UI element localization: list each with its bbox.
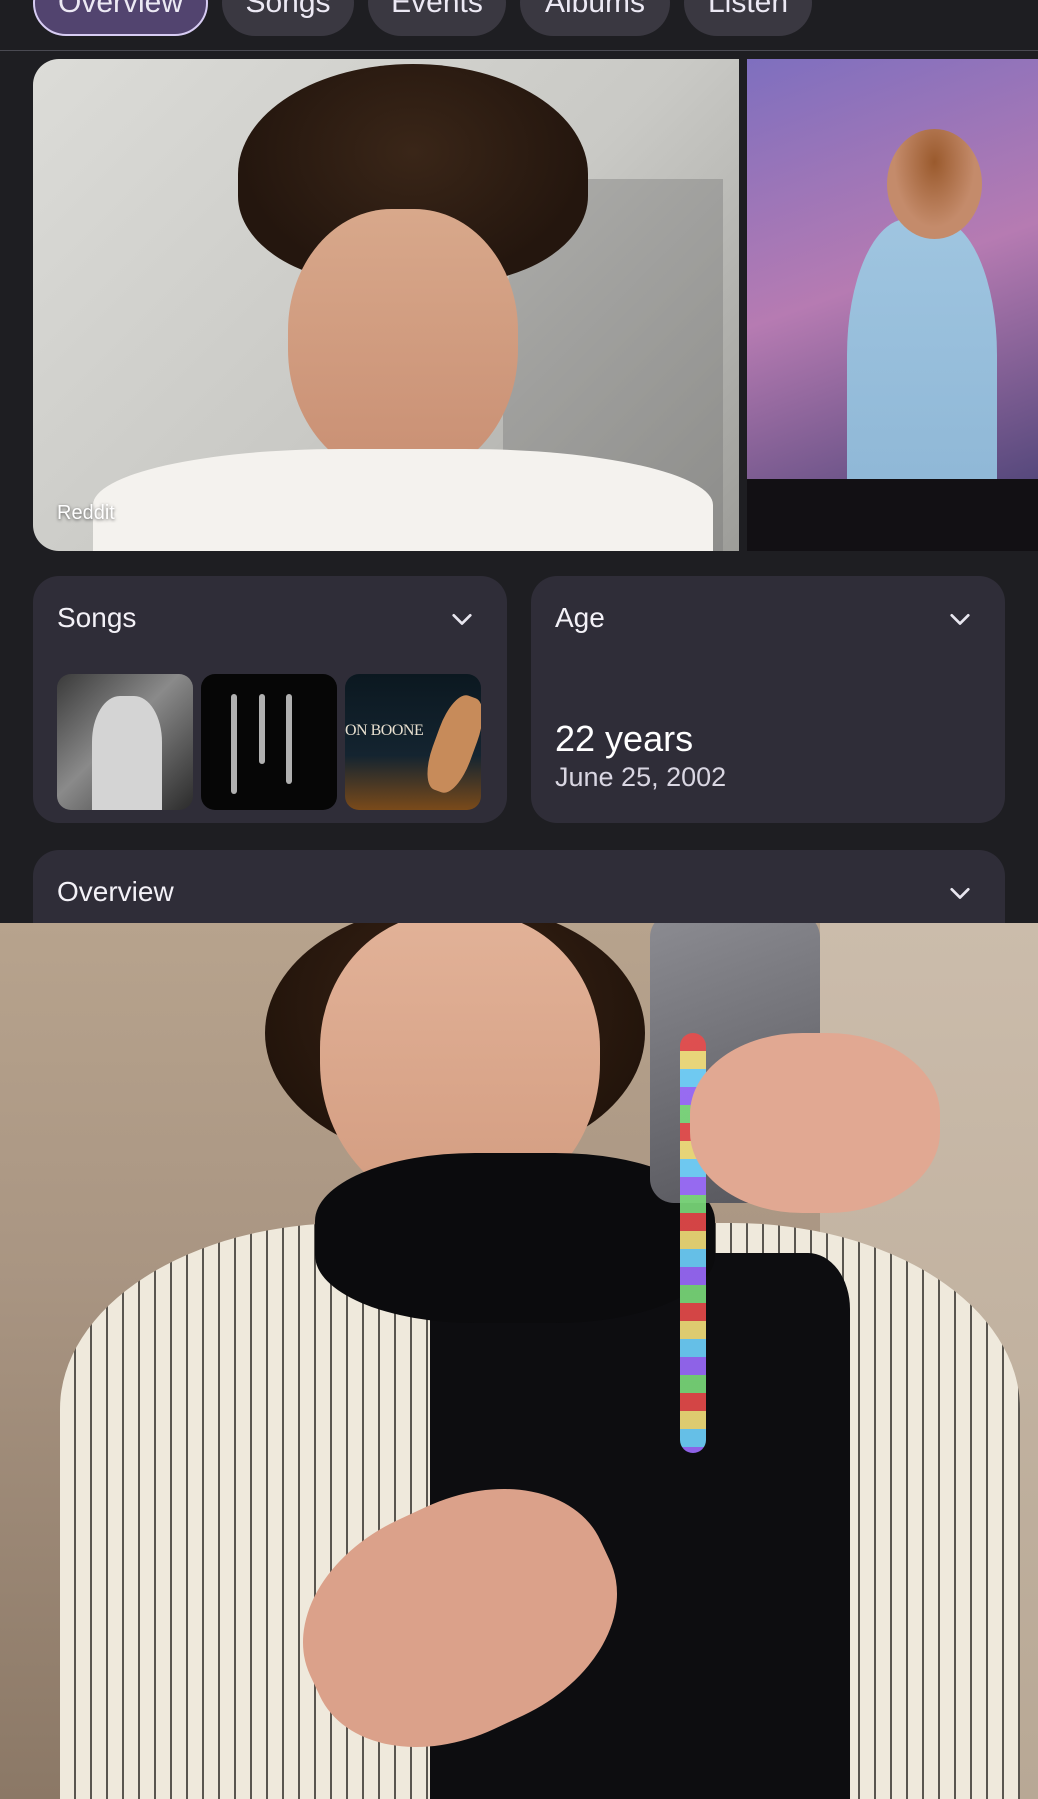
photo-shirt xyxy=(93,449,713,551)
tab-bar: Overview Songs Events Albums Listen xyxy=(0,0,1038,51)
chevron-down-icon[interactable] xyxy=(949,882,971,904)
chevron-down-icon[interactable] xyxy=(451,608,473,630)
birth-date: June 25, 2002 xyxy=(555,762,727,792)
song-thumbnail[interactable] xyxy=(201,674,337,810)
age-card[interactable]: Age 22 years June 25, 2002 xyxy=(531,576,1005,823)
tab-overview[interactable]: Overview xyxy=(33,0,208,36)
selfie-photo xyxy=(0,923,1038,1799)
thumb-streak xyxy=(286,694,292,784)
age-card-title: Age xyxy=(555,602,605,633)
album-art-text: ON BOONE xyxy=(345,722,424,739)
tab-songs[interactable]: Songs xyxy=(222,0,354,36)
thumb-figure xyxy=(92,696,162,810)
photo-hand xyxy=(690,1033,940,1213)
image-source-label: Reddit xyxy=(57,502,115,524)
tab-albums[interactable]: Albums xyxy=(520,0,670,36)
image-result-main[interactable]: Reddit xyxy=(33,59,739,551)
chevron-down-icon[interactable] xyxy=(949,608,971,630)
photo-face xyxy=(288,209,518,479)
photo-floor xyxy=(747,479,1038,551)
age-value: 22 years xyxy=(555,718,694,759)
songs-card-title: Songs xyxy=(57,602,137,633)
songs-card[interactable]: Songs ON BOONE xyxy=(33,576,507,823)
thumb-streak xyxy=(259,694,265,764)
song-thumbnail[interactable] xyxy=(57,674,193,810)
image-result-second[interactable] xyxy=(747,59,1038,551)
song-thumbnail[interactable]: ON BOONE xyxy=(345,674,481,810)
overview-card-title: Overview xyxy=(57,876,174,907)
thumb-streak xyxy=(231,694,237,794)
thumb-runner xyxy=(419,690,481,798)
tab-events[interactable]: Events xyxy=(368,0,506,36)
tab-listen[interactable]: Listen xyxy=(684,0,812,36)
photo-head xyxy=(887,129,982,239)
